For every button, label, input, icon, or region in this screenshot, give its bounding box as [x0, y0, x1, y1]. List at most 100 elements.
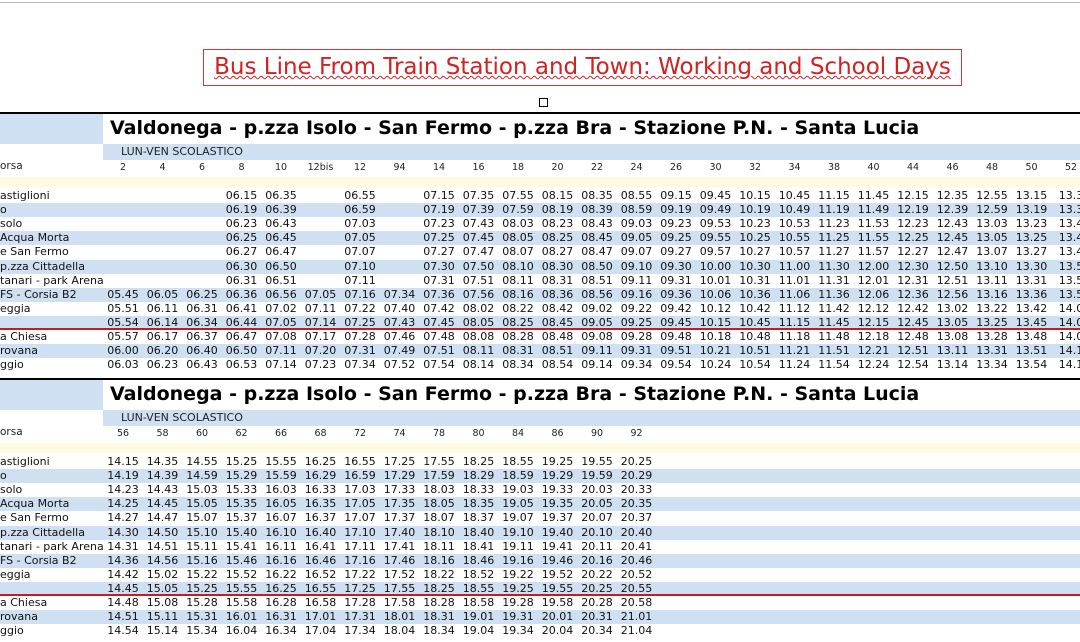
time-cell: 19.01 — [462, 610, 495, 624]
time-cell: 16.31 — [265, 610, 297, 624]
time-cell: 20.07 — [581, 511, 613, 525]
time-cell: 09.42 — [660, 301, 692, 315]
time-cell: 15.52 — [225, 567, 258, 581]
time-cell: 06.31 — [225, 273, 258, 287]
time-cell: 11.31 — [818, 273, 850, 287]
run-number: 40 — [867, 162, 880, 173]
time-cell: 18.11 — [423, 539, 455, 553]
time-cell: 13.36 — [1015, 287, 1048, 301]
time-cell: 08.59 — [620, 203, 653, 217]
time-cell: 18.46 — [462, 553, 495, 567]
time-cell: 14.47 — [146, 511, 179, 525]
time-cell: 14.55 — [186, 455, 218, 468]
time-cell: 09.03 — [620, 217, 653, 231]
stop-name: rovana — [0, 610, 38, 624]
run-number: 22 — [590, 162, 604, 173]
time-cell: 17.25 — [383, 455, 416, 468]
time-cell: 07.36 — [423, 287, 455, 301]
time-cell: 11.15 — [818, 189, 850, 202]
time-cell: 07.59 — [502, 203, 534, 217]
time-cell: 09.45 — [699, 189, 732, 202]
time-cell: 19.41 — [541, 539, 574, 553]
time-cell: 15.10 — [186, 525, 218, 539]
time-cell: 18.40 — [462, 525, 495, 539]
run-number: 12 — [353, 162, 367, 173]
time-cell: 13.07 — [976, 245, 1008, 259]
time-cell: 17.55 — [423, 455, 455, 468]
run-number: 66 — [274, 428, 288, 439]
time-cell: 13.42 — [1015, 301, 1048, 315]
run-number: 52 — [1064, 162, 1078, 173]
time-cell: 12.01 — [857, 273, 890, 287]
time-cell: 13.3 — [1058, 203, 1080, 217]
time-cell: 10.01 — [699, 273, 732, 287]
time-cell: 19.25 — [541, 455, 574, 468]
time-cell: 19.59 — [581, 469, 613, 483]
time-cell: 11.45 — [857, 189, 890, 202]
time-cell: 05.51 — [107, 301, 139, 315]
time-cell: 19.34 — [502, 624, 534, 638]
time-cell: 08.51 — [541, 344, 574, 358]
time-cell: 06.59 — [344, 203, 376, 217]
time-cell: 14.59 — [186, 469, 218, 483]
time-cell: 11.06 — [778, 287, 811, 301]
time-cell: 18.10 — [423, 525, 455, 539]
time-cell: 10.00 — [699, 259, 732, 273]
time-cell: 19.35 — [541, 497, 574, 511]
time-cell: 15.25 — [225, 455, 258, 468]
time-cell: 06.25 — [225, 231, 258, 245]
time-cell: 06.56 — [265, 287, 297, 301]
time-cell: 11.42 — [818, 301, 850, 315]
time-cell: 20.33 — [620, 483, 653, 497]
time-cell: 14.19 — [107, 469, 139, 483]
time-cell: 20.35 — [620, 497, 653, 511]
time-cell: 13.51 — [1015, 344, 1048, 358]
time-cell: 15.33 — [225, 483, 258, 497]
table-subtitle: LUN-VEN SCOLASTICO — [121, 411, 243, 424]
time-cell: 07.55 — [502, 189, 534, 202]
time-cell: 17.35 — [383, 497, 416, 511]
stop-name: o — [0, 469, 7, 483]
time-cell: 10.36 — [739, 287, 771, 301]
time-cell: 09.49 — [699, 203, 732, 217]
time-cell: 09.34 — [620, 358, 653, 372]
time-cell: 10.51 — [739, 344, 771, 358]
anchor-handle[interactable] — [539, 98, 548, 107]
time-cell: 09.05 — [620, 231, 653, 245]
time-cell: 17.10 — [344, 525, 376, 539]
time-cell: 17.04 — [304, 624, 337, 638]
time-cell: 14.56 — [146, 553, 179, 567]
time-cell: 14.36 — [107, 553, 139, 567]
time-cell: 09.57 — [699, 245, 732, 259]
time-cell: 15.41 — [225, 539, 258, 553]
time-cell: 20.37 — [620, 511, 653, 525]
time-cell: 18.52 — [462, 567, 495, 581]
time-cell: 12.23 — [897, 217, 929, 231]
time-cell: 07.52 — [383, 358, 416, 372]
time-cell: 09.16 — [620, 287, 653, 301]
time-cell: 18.16 — [423, 553, 455, 567]
time-cell: 07.42 — [423, 301, 455, 315]
time-cell: 19.29 — [541, 469, 574, 483]
time-cell: 06.27 — [225, 245, 258, 259]
time-cell: 19.31 — [502, 610, 534, 624]
time-cell: 12.31 — [897, 273, 929, 287]
time-cell: 18.31 — [423, 610, 455, 624]
stop-name: ggio — [0, 358, 24, 372]
time-cell: 08.45 — [581, 231, 613, 245]
time-cell: 06.40 — [186, 344, 218, 358]
time-cell: 11.19 — [818, 203, 850, 217]
time-cell: 08.15 — [541, 189, 574, 202]
time-cell: 07.19 — [423, 203, 455, 217]
time-cell: 13.05 — [976, 231, 1008, 245]
run-number: 18 — [511, 162, 525, 173]
time-cell: 19.05 — [502, 497, 534, 511]
time-cell: 14.35 — [146, 455, 179, 468]
subtitle-band — [103, 410, 1080, 426]
time-cell: 10.49 — [778, 203, 811, 217]
time-cell: 16.07 — [265, 511, 297, 525]
time-cell: 17.22 — [344, 567, 376, 581]
time-cell: 17.11 — [344, 539, 376, 553]
time-cell: 09.53 — [699, 217, 732, 231]
time-cell: 13.31 — [976, 344, 1008, 358]
